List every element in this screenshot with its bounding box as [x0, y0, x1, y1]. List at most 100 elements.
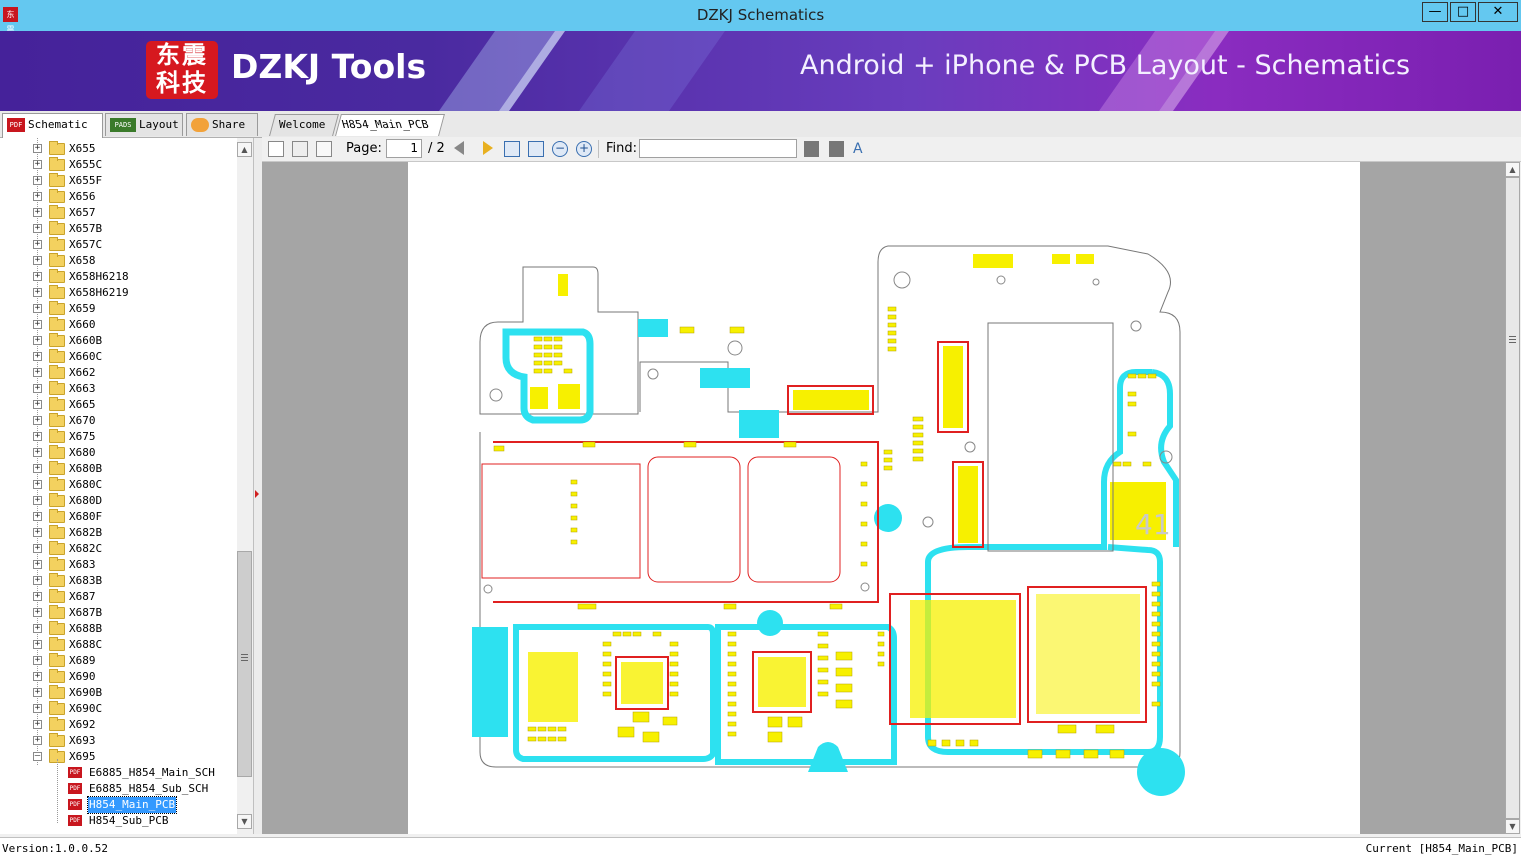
tree-folder[interactable]: + X660B [0, 333, 237, 349]
tree-folder[interactable]: + X655C [0, 157, 237, 173]
tree-folder[interactable]: + X680 [0, 445, 237, 461]
fit-page-icon[interactable] [528, 141, 544, 157]
tree-folder[interactable]: + X680C [0, 477, 237, 493]
maximize-button[interactable]: □ [1450, 2, 1476, 22]
expand-icon[interactable]: + [33, 160, 42, 169]
tree-file[interactable]: PDF H854_Main_PCB [0, 796, 237, 814]
highlight-icon[interactable]: A [853, 141, 869, 157]
tree-folder[interactable]: + X655F [0, 173, 237, 189]
expand-icon[interactable]: + [33, 736, 42, 745]
expand-icon[interactable]: + [33, 688, 42, 697]
expand-icon[interactable]: + [33, 416, 42, 425]
next-page-icon[interactable] [483, 141, 493, 155]
expand-icon[interactable]: + [33, 432, 42, 441]
zoom-out-icon[interactable]: − [552, 141, 568, 157]
tree-folder[interactable]: + X690 [0, 669, 237, 685]
expand-icon[interactable]: + [33, 496, 42, 505]
tree-scroll-thumb[interactable] [237, 551, 252, 777]
tree-file[interactable]: PDF E6885_H854_Main_SCH [0, 765, 237, 781]
expand-icon[interactable]: + [33, 576, 42, 585]
expand-icon[interactable]: + [33, 592, 42, 601]
expand-icon[interactable]: + [33, 384, 42, 393]
expand-icon[interactable]: + [33, 208, 42, 217]
expand-icon[interactable]: + [33, 176, 42, 185]
pages-icon[interactable] [316, 141, 332, 157]
document-viewer[interactable]: 41 [262, 162, 1505, 834]
tree-folder[interactable]: + X657C [0, 237, 237, 253]
expand-icon[interactable]: + [33, 464, 42, 473]
expand-icon[interactable]: + [33, 400, 42, 409]
open-icon[interactable] [268, 141, 284, 157]
viewer-scroll-thumb[interactable] [1505, 177, 1520, 819]
find-input[interactable] [639, 139, 797, 158]
expand-icon[interactable]: + [33, 528, 42, 537]
tree-file[interactable]: PDF E6885_H854_Sub_SCH [0, 781, 237, 797]
expand-icon[interactable]: + [33, 368, 42, 377]
expand-icon[interactable]: + [33, 352, 42, 361]
tree-folder[interactable]: + X658H6219 [0, 285, 237, 301]
viewer-scroll-up-icon[interactable]: ▲ [1505, 162, 1520, 177]
expand-icon[interactable]: + [33, 336, 42, 345]
tab-welcome[interactable]: Welcome [269, 114, 339, 136]
expand-icon[interactable]: + [33, 256, 42, 265]
find-next-icon[interactable] [829, 141, 844, 157]
tree-folder[interactable]: + X655 [0, 141, 237, 157]
expand-icon[interactable]: + [33, 544, 42, 553]
tree-folder[interactable]: + X657B [0, 221, 237, 237]
expand-icon[interactable]: + [33, 480, 42, 489]
tree-folder[interactable]: + X656 [0, 189, 237, 205]
prev-page-icon[interactable] [454, 141, 464, 155]
tree-folder[interactable]: + X689 [0, 653, 237, 669]
viewer-scroll-down-icon[interactable]: ▼ [1505, 819, 1520, 834]
tree-file[interactable]: PDF H854_Sub_PCB [0, 813, 237, 829]
tree-folder[interactable]: + X690C [0, 701, 237, 717]
expand-icon[interactable]: + [33, 640, 42, 649]
tree-folder[interactable]: + X680F [0, 509, 237, 525]
expand-icon[interactable]: + [33, 320, 42, 329]
tree-folder[interactable]: + X660C [0, 349, 237, 365]
page-number-input[interactable]: 1 [386, 139, 422, 158]
expand-icon[interactable]: + [33, 304, 42, 313]
tree-folder[interactable]: + X682C [0, 541, 237, 557]
tab-share[interactable]: Share [186, 113, 258, 136]
tree-folder[interactable]: + X688B [0, 621, 237, 637]
expand-icon[interactable]: + [33, 704, 42, 713]
expand-icon[interactable]: + [33, 624, 42, 633]
tree-folder[interactable]: + X675 [0, 429, 237, 445]
close-button[interactable]: ✕ [1478, 2, 1518, 22]
tab-layout[interactable]: PADS Layout [105, 113, 183, 136]
tree-folder[interactable]: + X660 [0, 317, 237, 333]
tree-folder[interactable]: + X670 [0, 413, 237, 429]
expand-icon[interactable]: + [33, 192, 42, 201]
tree-folder[interactable]: + X687 [0, 589, 237, 605]
tree-folder[interactable]: + X665 [0, 397, 237, 413]
tab-schematic[interactable]: PDF Schematic [2, 113, 103, 138]
expand-icon[interactable]: + [33, 288, 42, 297]
fit-width-icon[interactable] [504, 141, 520, 157]
tree-folder[interactable]: + X658H6218 [0, 269, 237, 285]
tree-folder-expanded[interactable]: – X695 [0, 749, 237, 765]
scroll-down-icon[interactable]: ▼ [237, 814, 252, 829]
tree-folder[interactable]: + X688C [0, 637, 237, 653]
expand-icon[interactable]: + [33, 656, 42, 665]
tree-folder[interactable]: + X657 [0, 205, 237, 221]
tree-folder[interactable]: + X682B [0, 525, 237, 541]
zoom-in-icon[interactable]: + [576, 141, 592, 157]
tree-folder[interactable]: + X680B [0, 461, 237, 477]
tree-folder[interactable]: + X659 [0, 301, 237, 317]
expand-icon[interactable]: + [33, 224, 42, 233]
viewer-scrollbar[interactable]: ▲ ▼ [1505, 162, 1521, 834]
scroll-up-icon[interactable]: ▲ [237, 142, 252, 157]
tree-folder[interactable]: + X662 [0, 365, 237, 381]
expand-icon[interactable]: + [33, 240, 42, 249]
tree-folder[interactable]: + X663 [0, 381, 237, 397]
tree-folder[interactable]: + X680D [0, 493, 237, 509]
tree-folder[interactable]: + X693 [0, 733, 237, 749]
expand-icon[interactable]: + [33, 144, 42, 153]
tree-folder[interactable]: + X687B [0, 605, 237, 621]
collapse-icon[interactable]: – [33, 752, 42, 761]
expand-icon[interactable]: + [33, 272, 42, 281]
expand-icon[interactable]: + [33, 720, 42, 729]
tree-folder[interactable]: + X690B [0, 685, 237, 701]
expand-icon[interactable]: + [33, 512, 42, 521]
